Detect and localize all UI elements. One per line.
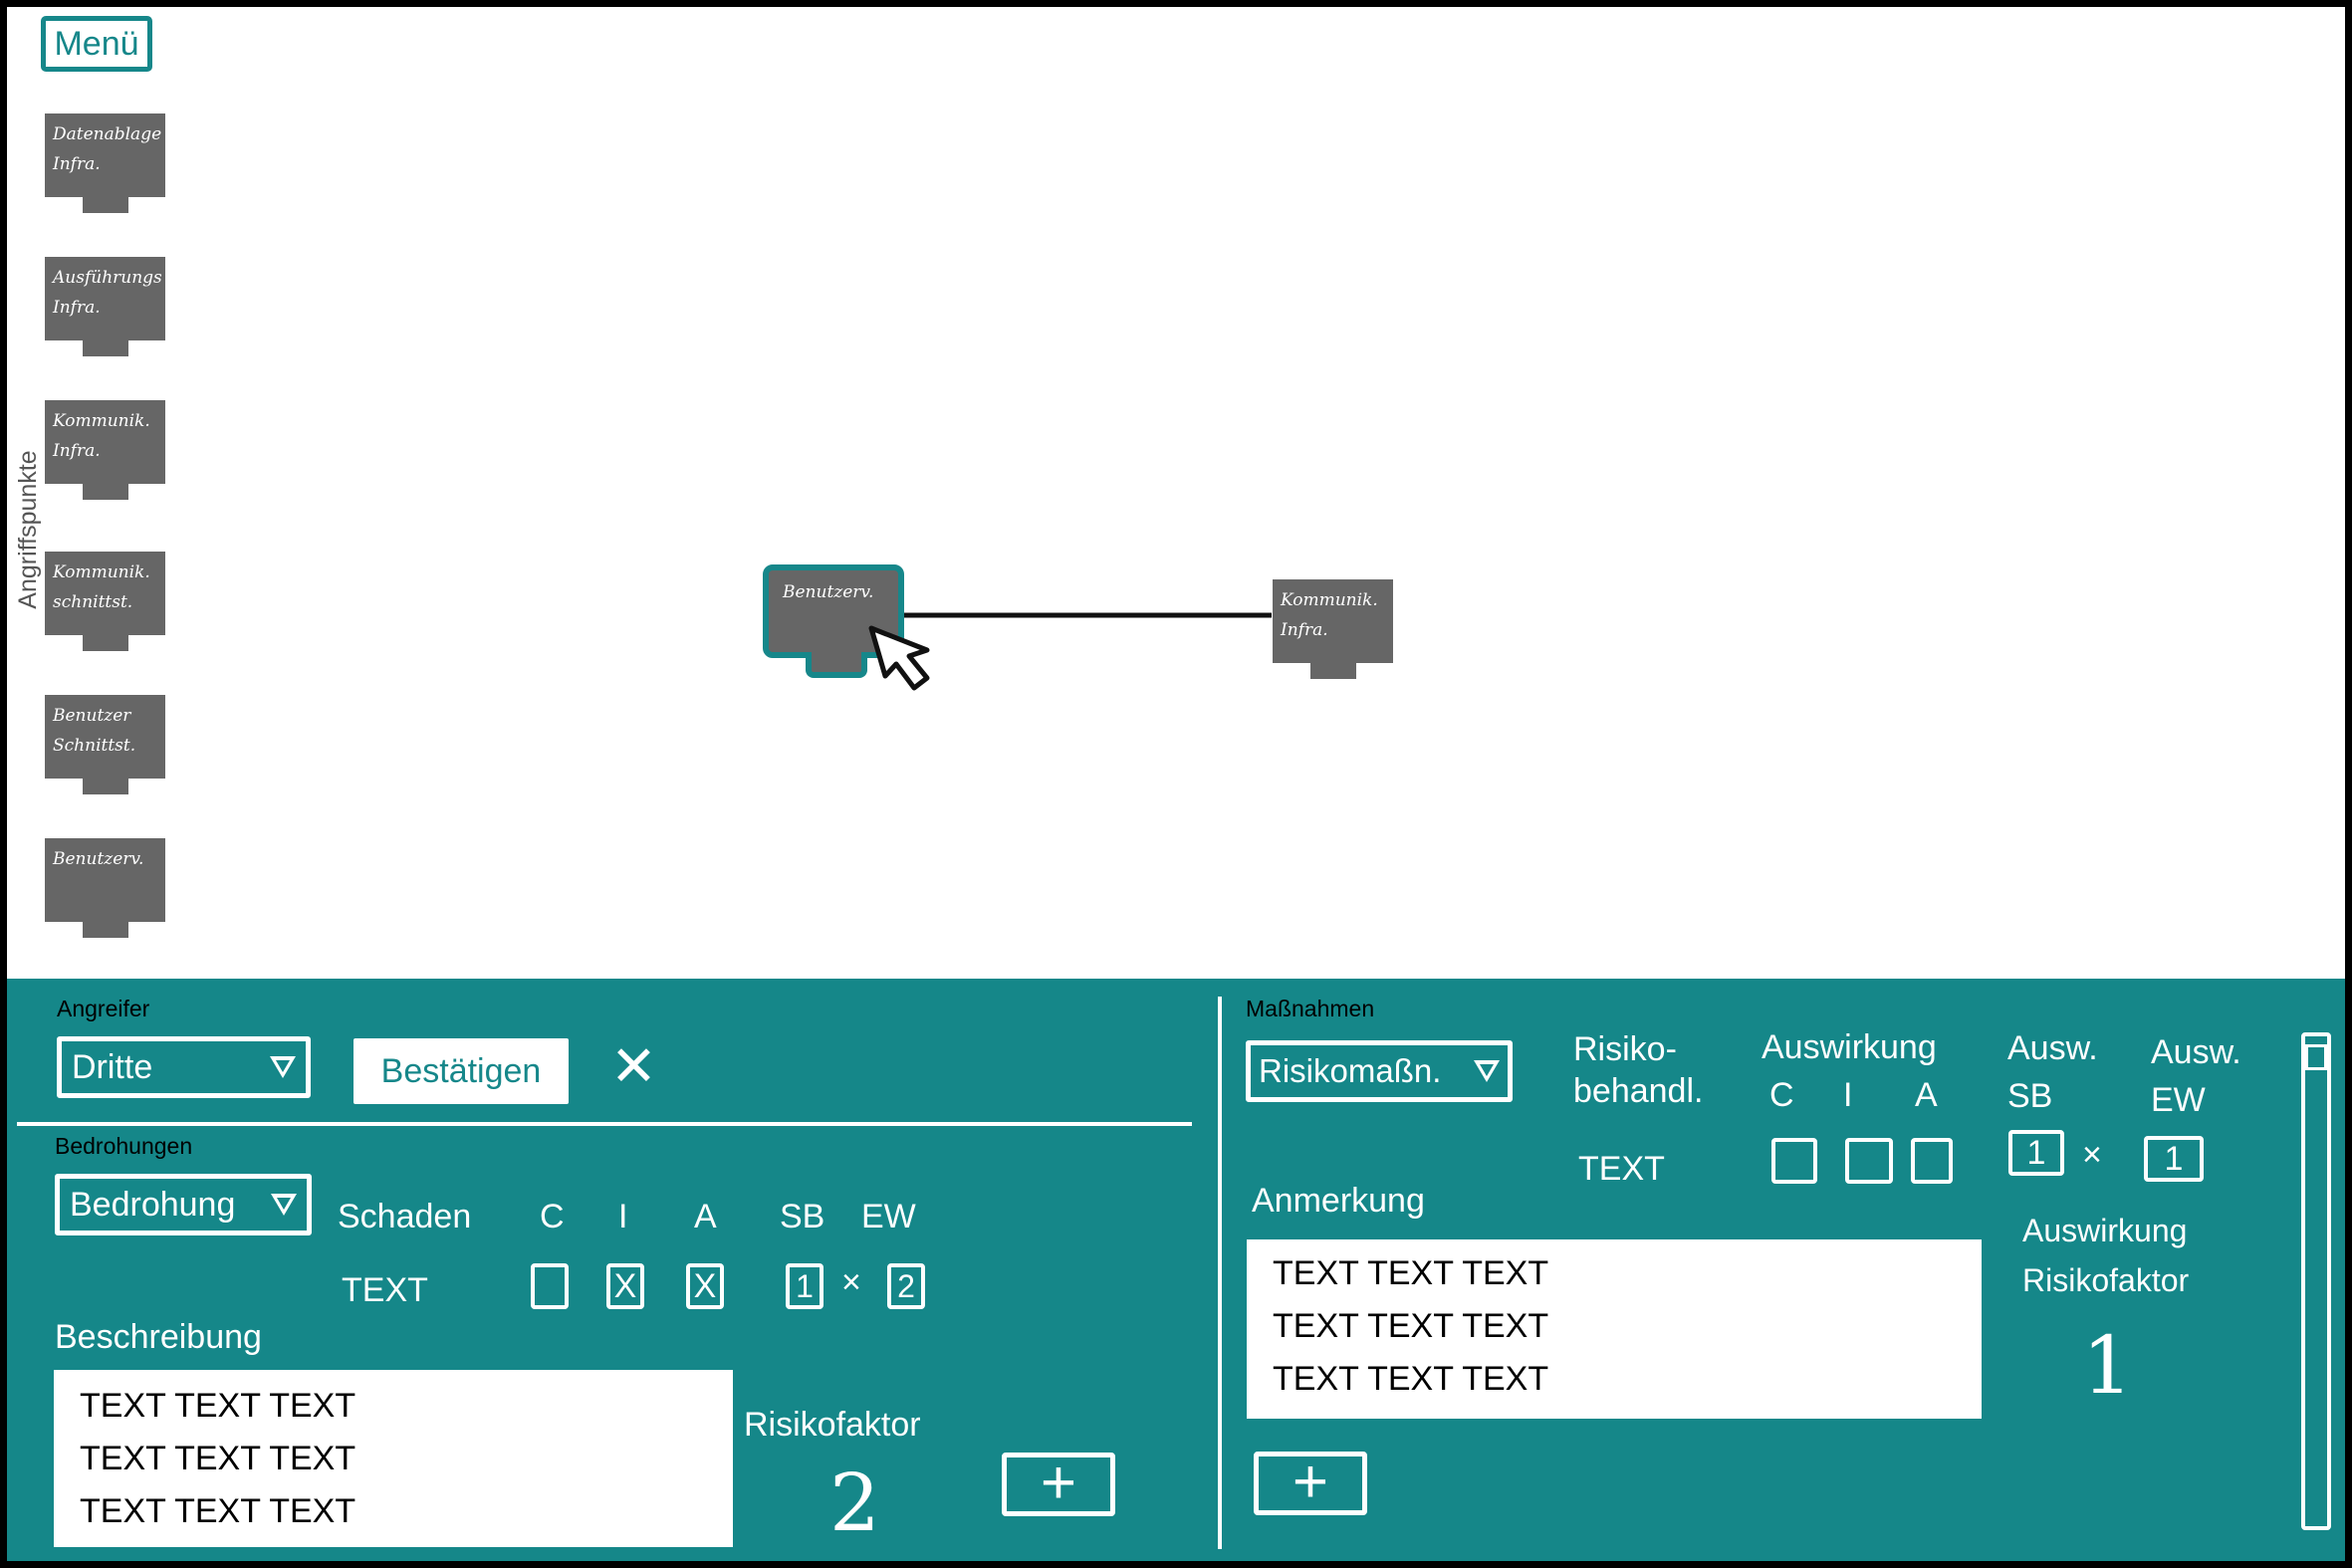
- attacker-dropdown[interactable]: Dritte: [57, 1036, 311, 1098]
- impact-risk-value: 1: [2082, 1319, 2133, 1412]
- impact-checkbox-i[interactable]: [1845, 1138, 1893, 1184]
- multiply-sign: ×: [2082, 1136, 2102, 1174]
- confirm-button[interactable]: Bestätigen: [353, 1038, 569, 1104]
- col-i-label: I: [618, 1198, 628, 1235]
- risk-factor-label: Risikofaktor: [744, 1406, 921, 1444]
- col-ew-label: EW: [861, 1198, 916, 1235]
- note-line: TEXT TEXT TEXT: [1273, 1254, 1549, 1292]
- checkbox-a[interactable]: X: [686, 1263, 724, 1309]
- impact-ew-line: EW: [2151, 1081, 2206, 1119]
- impact-ew-line: Ausw.: [2151, 1033, 2241, 1071]
- panel-divider-horizontal: [17, 1122, 1192, 1126]
- node-stub: [806, 652, 867, 678]
- checkbox-c[interactable]: [531, 1263, 569, 1309]
- canvas-connections: [883, 612, 1272, 618]
- attacker-label: Angreifer: [57, 996, 150, 1021]
- impact-risk-label: Auswirkung Risikofaktor: [2022, 1206, 2189, 1305]
- impact-sb-label: Ausw. SB: [2007, 1024, 2098, 1120]
- canvas-node-kommunik-infra[interactable]: Kommunik. Infra.: [1273, 579, 1393, 679]
- multiply-sign: ×: [841, 1263, 861, 1301]
- impact-col-a: A: [1915, 1076, 1938, 1114]
- add-threat-button[interactable]: +: [1002, 1453, 1115, 1516]
- sb-value-box[interactable]: 1: [786, 1263, 823, 1309]
- description-label: Beschreibung: [55, 1318, 262, 1356]
- impact-col-i: I: [1843, 1076, 1853, 1114]
- impact-checkbox-a[interactable]: [1911, 1138, 1953, 1184]
- attacker-value: Dritte: [72, 1047, 153, 1086]
- damage-label: Schaden: [338, 1198, 472, 1235]
- risk-treatment-line: Risiko-: [1573, 1030, 1677, 1068]
- measure-text: TEXT: [1578, 1150, 1665, 1188]
- description-line: TEXT TEXT TEXT: [80, 1440, 356, 1477]
- measures-label: Maßnahmen: [1246, 996, 1375, 1021]
- node-label: Kommunik.: [1281, 590, 1378, 610]
- threats-label: Bedrohungen: [55, 1133, 193, 1159]
- ew-value-box[interactable]: 2: [887, 1263, 925, 1309]
- description-textarea[interactable]: TEXT TEXT TEXT TEXT TEXT TEXT TEXT TEXT …: [54, 1370, 733, 1547]
- impact-risk-line: Auswirkung: [2022, 1213, 2188, 1248]
- risk-treatment-line: behandl.: [1573, 1072, 1704, 1110]
- threat-text: TEXT: [342, 1271, 428, 1309]
- panel-scrollbar[interactable]: [2301, 1032, 2331, 1530]
- note-textarea[interactable]: TEXT TEXT TEXT TEXT TEXT TEXT TEXT TEXT …: [1247, 1239, 1982, 1419]
- add-measure-button[interactable]: +: [1254, 1452, 1367, 1515]
- cursor-pointer-icon: [868, 625, 930, 691]
- threat-value: Bedrohung: [70, 1185, 236, 1224]
- node-label: Benutzerv.: [783, 582, 874, 602]
- risk-treatment-label: Risiko- behandl.: [1573, 1028, 1703, 1112]
- panel-divider-vertical: [1218, 997, 1222, 1549]
- impact-ew-box[interactable]: 1: [2144, 1136, 2204, 1182]
- description-line: TEXT TEXT TEXT: [80, 1492, 356, 1530]
- checkbox-i[interactable]: X: [606, 1263, 644, 1309]
- dropdown-arrow-icon: [1474, 1060, 1500, 1082]
- impact-risk-line: Risikofaktor: [2022, 1262, 2190, 1298]
- impact-sb-box[interactable]: 1: [2008, 1130, 2064, 1176]
- measure-value: Risikomaßn.: [1259, 1052, 1442, 1089]
- col-sb-label: SB: [780, 1198, 825, 1235]
- dropdown-arrow-icon: [271, 1194, 297, 1216]
- impact-checkbox-c[interactable]: [1771, 1138, 1817, 1184]
- description-line: TEXT TEXT TEXT: [80, 1387, 356, 1425]
- impact-sb-line: SB: [2007, 1077, 2053, 1115]
- threat-dropdown[interactable]: Bedrohung: [55, 1174, 312, 1235]
- impact-ew-label: Ausw. EW: [2151, 1028, 2241, 1124]
- close-icon[interactable]: ✕: [610, 1033, 657, 1099]
- impact-label: Auswirkung: [1762, 1028, 1937, 1066]
- col-a-label: A: [694, 1198, 717, 1235]
- details-panel: Angreifer Dritte Bestätigen ✕ Bedrohunge…: [7, 979, 2345, 1561]
- dropdown-arrow-icon: [270, 1056, 296, 1078]
- scrollbar-thumb[interactable]: [2305, 1044, 2327, 1070]
- impact-col-c: C: [1769, 1076, 1794, 1114]
- note-line: TEXT TEXT TEXT: [1273, 1307, 1549, 1345]
- impact-sb-line: Ausw.: [2007, 1029, 2098, 1067]
- app-window: Menü Angriffspunkte Datenablage Infra. A…: [7, 7, 2345, 1561]
- measure-dropdown[interactable]: Risikomaßn.: [1246, 1040, 1513, 1102]
- risk-factor-value: 2: [829, 1456, 880, 1549]
- note-line: TEXT TEXT TEXT: [1273, 1360, 1549, 1398]
- node-label: Infra.: [1281, 620, 1328, 640]
- col-c-label: C: [540, 1198, 565, 1235]
- note-label: Anmerkung: [1252, 1182, 1425, 1220]
